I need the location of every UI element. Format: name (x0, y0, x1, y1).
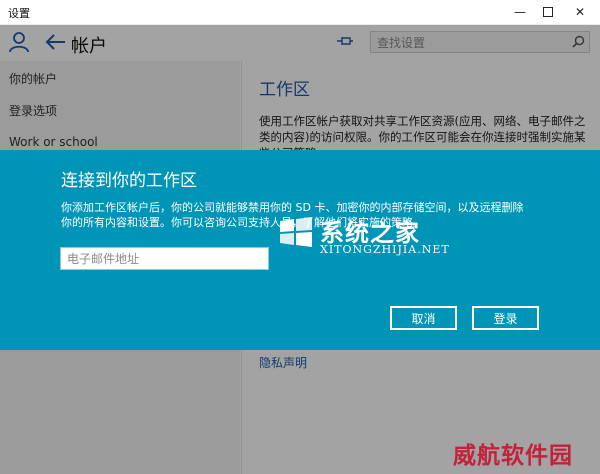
cancel-button[interactable]: 取消 (390, 306, 457, 330)
watermark-corner: 威航软件园 (453, 442, 573, 469)
minimize-icon: — (514, 5, 526, 19)
title-bar: 设置 — ✕ (0, 0, 600, 25)
sign-in-button[interactable]: 登录 (472, 306, 539, 330)
settings-window: 设置 — ✕ 帐户 你的帐户 (0, 0, 600, 474)
maximize-button[interactable] (532, 0, 564, 24)
email-field[interactable] (60, 247, 269, 270)
dialog-title: 连接到你的工作区 (61, 171, 197, 191)
window-title: 设置 (8, 7, 30, 20)
watermark-text-en: XITONGZHIJIA.NET (320, 243, 450, 256)
maximize-icon (543, 7, 553, 17)
close-button[interactable]: ✕ (564, 0, 596, 24)
watermark-center: 系统之家 XITONGZHIJIA.NET (276, 211, 466, 261)
watermark-logo-icon (280, 217, 312, 247)
close-icon: ✕ (574, 5, 586, 19)
